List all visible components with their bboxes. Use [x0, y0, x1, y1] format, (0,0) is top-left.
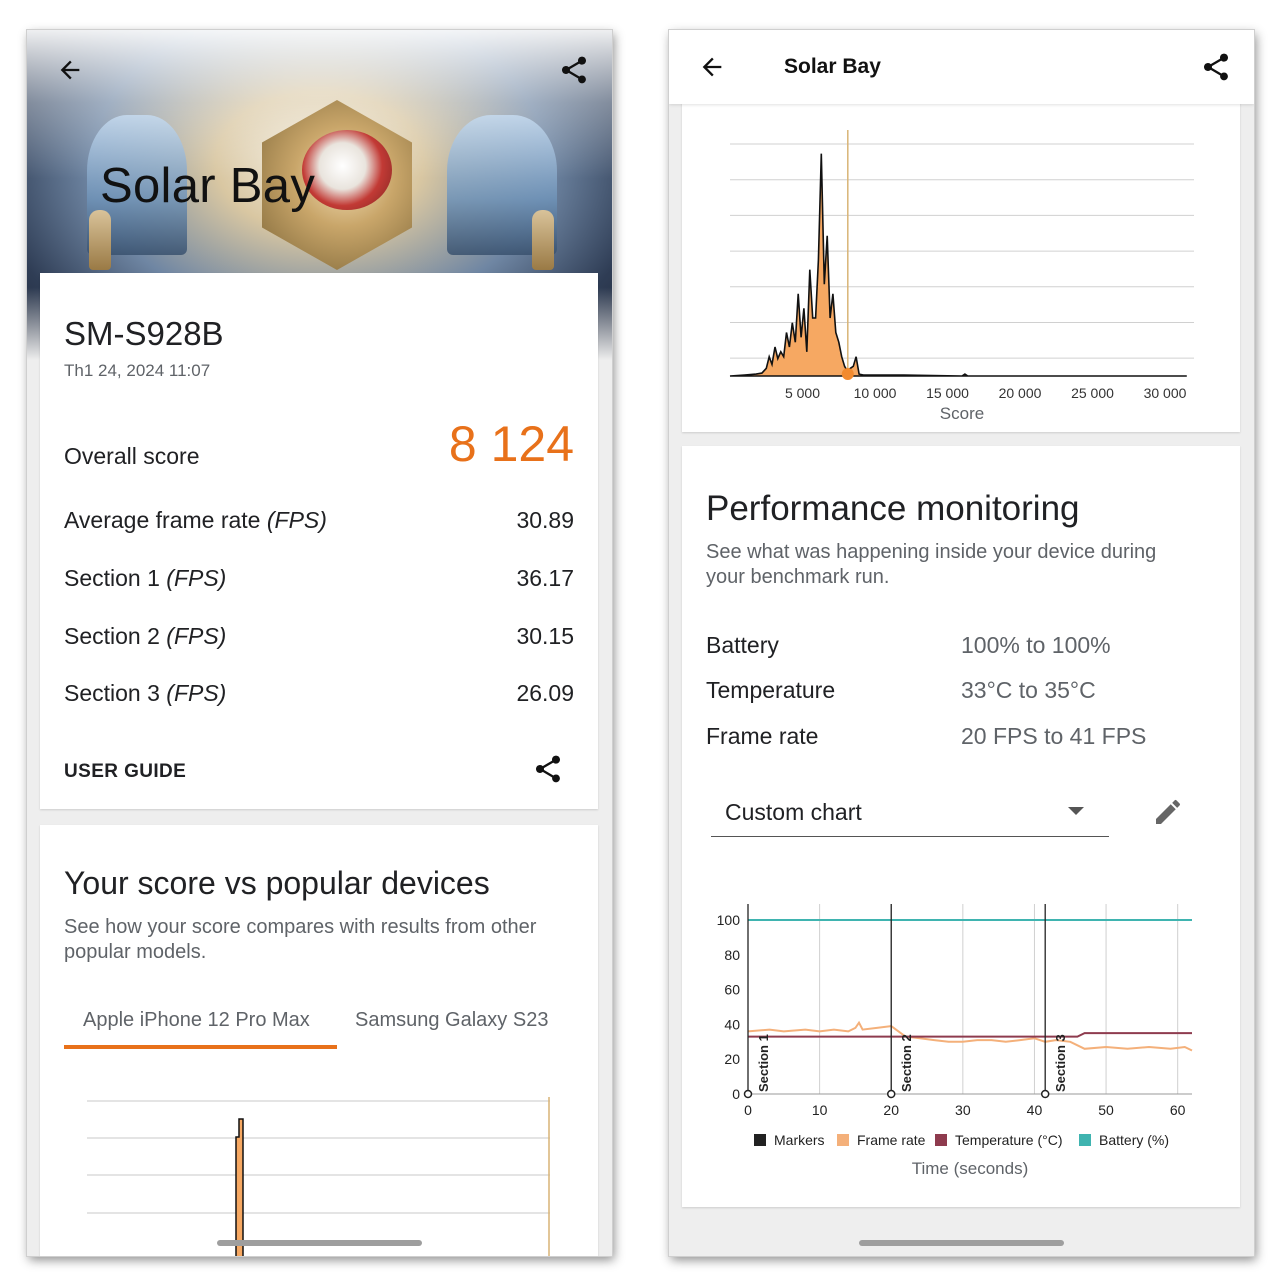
stat-label: Frame rate	[706, 723, 819, 749]
hero-astronaut	[532, 210, 554, 270]
legend-swatch	[1079, 1134, 1091, 1146]
stat-value: 20 FPS to 41 FPS	[961, 723, 1147, 749]
chart-x-label: Time (seconds)	[912, 1159, 1029, 1178]
histogram-tick-label: 25 000	[1071, 385, 1114, 401]
x-tick-label: 10	[812, 1102, 828, 1118]
histogram-tick-label: 5 000	[785, 385, 820, 401]
series-line	[748, 1032, 1192, 1038]
phone-screen-result: Solar Bay SM-S928B Th1 24, 2024 11:07 Ov…	[27, 30, 612, 1256]
section-marker-dot	[743, 1089, 753, 1099]
home-indicator[interactable]	[217, 1240, 422, 1246]
performance-title: Performance monitoring	[706, 489, 1080, 528]
compare-card: Your score vs popular devices See how yo…	[40, 825, 598, 1256]
section-marker-dot	[1040, 1089, 1050, 1099]
compare-title: Your score vs popular devices	[64, 865, 490, 901]
histogram-tick-label: 15 000	[926, 385, 969, 401]
share-button[interactable]	[556, 52, 592, 88]
x-tick-label: 50	[1098, 1102, 1114, 1118]
dropdown-arrow-icon	[1068, 807, 1084, 815]
phone-screen-details: 5 000 10 000 15 000 20 000 25 000 30 000 Scor…	[669, 30, 1254, 1256]
back-button[interactable]	[694, 49, 730, 85]
legend-swatch	[754, 1134, 766, 1146]
y-tick-label: 0	[732, 1086, 740, 1102]
share-result-button[interactable]	[532, 753, 568, 789]
histogram-tick-label: 10 000	[854, 385, 897, 401]
histogram-tick-label: 20 000	[999, 385, 1042, 401]
back-arrow-icon	[702, 57, 722, 77]
metric-label: Section 1 (FPS)	[64, 565, 227, 591]
compare-description: See how your score compares with results…	[64, 916, 537, 963]
compare-histogram	[87, 1097, 550, 1256]
score-distribution-card: 5 000 10 000 15 000 20 000 25 000 30 000 Scor…	[682, 90, 1240, 432]
metric-value: 36.17	[516, 565, 574, 591]
share-icon	[562, 56, 586, 84]
chart-type-dropdown[interactable]: Custom chart	[711, 784, 1109, 837]
hero-astronaut	[89, 210, 111, 270]
x-tick-label: 0	[744, 1102, 752, 1118]
y-tick-label: 40	[724, 1016, 740, 1032]
metric-label: Average frame rate (FPS)	[64, 507, 327, 533]
score-distribution-chart: 5 000 10 000 15 000 20 000 25 000 30 000 Scor…	[729, 130, 1194, 423]
hero-title: Solar Bay	[100, 159, 316, 213]
section-marker-label: Section 1	[756, 1034, 771, 1092]
metric-value: 30.15	[516, 623, 574, 649]
home-indicator[interactable]	[859, 1240, 1064, 1246]
legend-label: Temperature (°C)	[955, 1132, 1063, 1148]
edit-chart-button[interactable]	[1152, 796, 1188, 832]
result-date: Th1 24, 2024 11:07	[64, 361, 211, 380]
histogram-peak	[235, 1118, 244, 1256]
hero-robot	[302, 130, 392, 210]
y-tick-label: 60	[724, 982, 740, 998]
active-tab-indicator	[64, 1045, 337, 1049]
share-button[interactable]	[1198, 49, 1234, 85]
share-icon	[536, 755, 560, 783]
back-arrow-icon	[60, 60, 80, 80]
score-card: SM-S928B Th1 24, 2024 11:07 Overall scor…	[40, 273, 598, 809]
app-bar: Solar Bay	[669, 30, 1254, 104]
histogram-area	[729, 153, 1187, 377]
histogram-tick-label: 30 000	[1144, 385, 1187, 401]
your-score-dot	[841, 368, 854, 380]
overall-score-label: Overall score	[64, 443, 200, 469]
share-icon	[1204, 53, 1228, 81]
metric-label: Section 3 (FPS)	[64, 680, 227, 706]
section-marker-label: Section 2	[899, 1034, 914, 1092]
section-marker-label: Section 3	[1053, 1034, 1068, 1092]
metric-value: 26.09	[516, 680, 574, 706]
custom-chart: Section 1 Section 2 Section 3 020406080100…	[717, 904, 1193, 1178]
stat-value: 33°C to 35°C	[961, 677, 1096, 703]
stat-label: Battery	[706, 632, 779, 658]
legend-swatch	[837, 1134, 849, 1146]
y-tick-label: 100	[717, 912, 741, 928]
metric-value: 30.89	[516, 507, 574, 533]
y-tick-label: 80	[724, 947, 740, 963]
section-marker-dot	[886, 1089, 896, 1099]
app-bar-title: Solar Bay	[784, 55, 881, 78]
x-tick-label: 60	[1170, 1102, 1186, 1118]
overall-score-value: 8 124	[448, 416, 574, 472]
legend-label: Battery (%)	[1099, 1132, 1169, 1148]
tab-apple-iphone-12-pro-max[interactable]: Apple iPhone 12 Pro Max	[83, 1009, 310, 1032]
user-guide-link[interactable]: USER GUIDE	[64, 761, 186, 783]
metric-label: Section 2 (FPS)	[64, 623, 227, 649]
pencil-edit-icon	[1156, 799, 1181, 824]
tab-samsung-galaxy-s23[interactable]: Samsung Galaxy S23	[355, 1009, 548, 1032]
legend-label: Markers	[774, 1132, 825, 1148]
x-tick-label: 40	[1027, 1102, 1043, 1118]
x-tick-label: 30	[955, 1102, 971, 1118]
y-tick-label: 20	[724, 1051, 740, 1067]
back-button[interactable]	[52, 52, 88, 88]
stat-value: 100% to 100%	[961, 632, 1111, 658]
dropdown-selected-value: Custom chart	[725, 799, 862, 825]
legend-swatch	[935, 1134, 947, 1146]
performance-description: See what was happening inside your devic…	[706, 541, 1157, 588]
performance-monitoring-card: Performance monitoring See what was happ…	[682, 446, 1240, 1207]
legend-label: Frame rate	[857, 1132, 926, 1148]
histogram-x-label: Score	[940, 404, 984, 423]
x-tick-label: 20	[883, 1102, 899, 1118]
stat-label: Temperature	[706, 677, 836, 703]
device-name: SM-S928B	[64, 315, 224, 352]
